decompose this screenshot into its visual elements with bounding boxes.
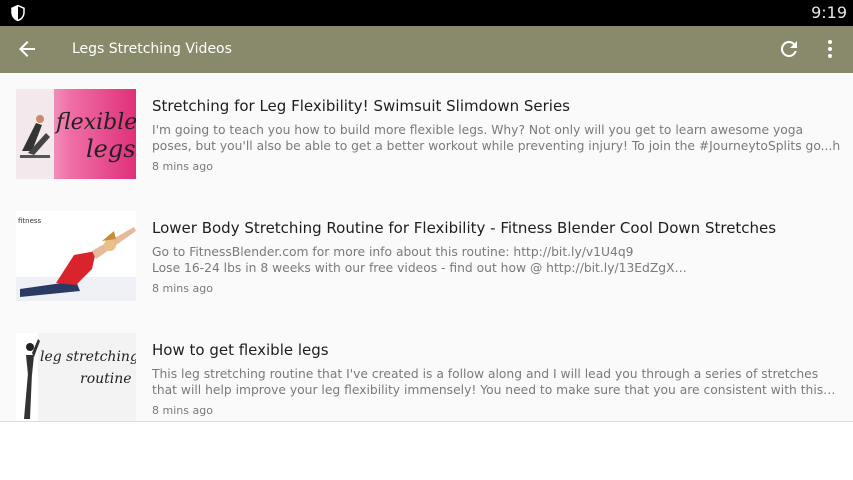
video-description-line: Go to FitnessBlender.com for more info a… [152, 245, 634, 259]
thumbnail-text: routine [80, 371, 132, 387]
video-thumbnail: leg stretching routine [16, 333, 136, 421]
status-bar: 9:19 [0, 0, 853, 26]
video-list: flexible legs Stretching for Leg Flexibi… [0, 73, 853, 421]
video-description: I'm going to teach you how to build more… [152, 122, 842, 154]
list-item[interactable]: leg stretching routine How to get flexib… [0, 317, 853, 421]
thumbnail-text: fitness [18, 217, 42, 225]
arrow-back-icon[interactable] [15, 37, 39, 61]
video-age: 8 mins ago [152, 160, 213, 173]
video-thumbnail: fitness [16, 211, 136, 301]
thumbnail-text: flexible [54, 110, 136, 135]
empty-area [0, 422, 853, 480]
video-age: 8 mins ago [152, 282, 213, 295]
video-description: Go to FitnessBlender.com for more info a… [152, 244, 842, 276]
status-time: 9:19 [811, 3, 847, 22]
page-title: Legs Stretching Videos [72, 41, 232, 57]
thumbnail-text: leg stretching [40, 349, 136, 365]
video-title[interactable]: How to get flexible legs [152, 341, 842, 359]
more-vert-icon[interactable] [818, 37, 842, 61]
app-bar: Legs Stretching Videos [0, 26, 853, 73]
list-item[interactable]: fitness Lower Body Stretching Routine fo… [0, 195, 853, 317]
list-item[interactable]: flexible legs Stretching for Leg Flexibi… [0, 73, 853, 195]
video-title[interactable]: Lower Body Stretching Routine for Flexib… [152, 219, 842, 237]
video-description-line: Lose 16-24 lbs in 8 weeks with our free … [152, 261, 687, 275]
video-description-line: This leg stretching routine that I've cr… [152, 367, 819, 381]
video-description-line: that will help improve your leg flexibil… [152, 383, 836, 397]
video-thumbnail: flexible legs [16, 89, 136, 179]
shield-icon [11, 4, 25, 22]
video-description-line: poses, but you'll also be able to get a … [152, 139, 841, 153]
video-description: This leg stretching routine that I've cr… [152, 366, 842, 398]
video-title[interactable]: Stretching for Leg Flexibility! Swimsuit… [152, 97, 842, 115]
refresh-icon[interactable] [777, 37, 801, 61]
video-age: 8 mins ago [152, 404, 213, 417]
video-description-line: I'm going to teach you how to build more… [152, 123, 804, 137]
thumbnail-text: legs [86, 135, 136, 163]
